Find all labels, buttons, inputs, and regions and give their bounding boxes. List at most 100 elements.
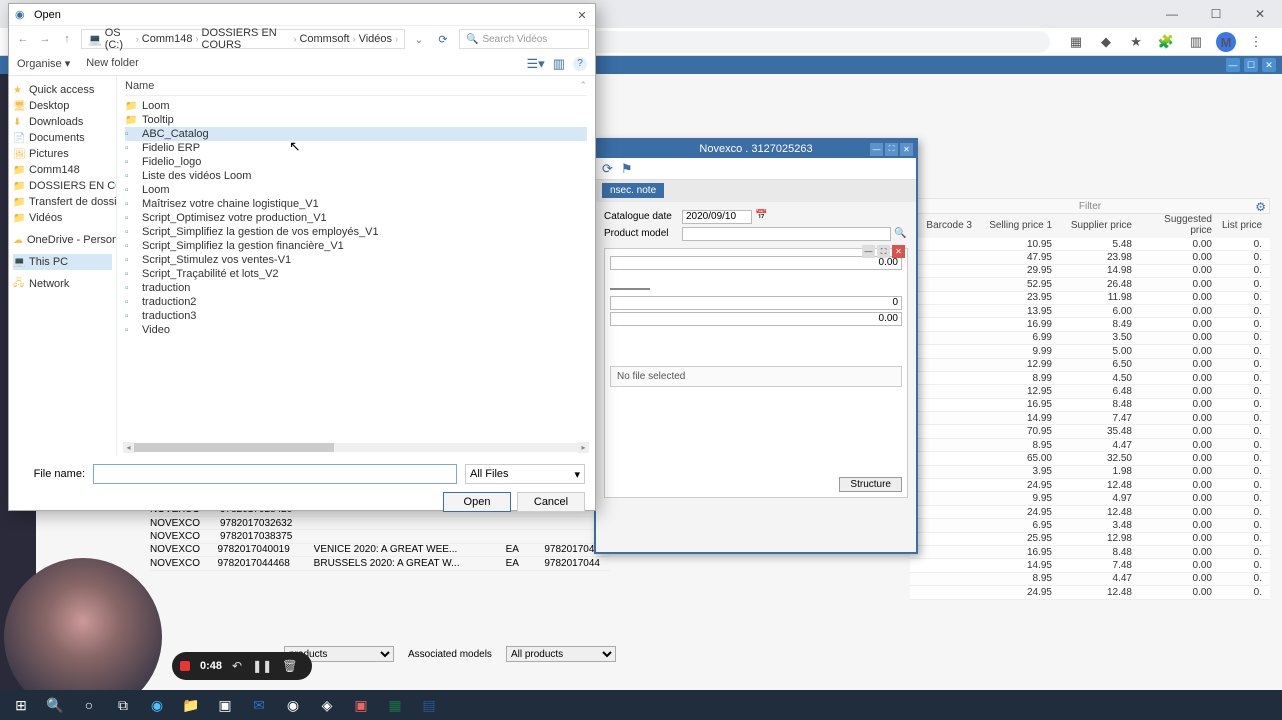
- table-row[interactable]: 47.9523.980.000.: [910, 251, 1270, 264]
- crumb[interactable]: Comm148: [142, 33, 193, 45]
- sort-icon[interactable]: ⌃: [579, 80, 587, 92]
- sidebar-item[interactable]: ☁OneDrive - Personal: [13, 232, 112, 248]
- col-selling-price[interactable]: Selling price 1: [980, 220, 1060, 231]
- sidebar-item[interactable]: 📁Transfert de dossier: [13, 194, 112, 210]
- pause-button[interactable]: ❚❚: [252, 659, 272, 673]
- sidebar-item[interactable]: 🖼Pictures: [13, 146, 112, 162]
- menu-icon[interactable]: ⋮: [1246, 32, 1266, 52]
- file-item[interactable]: ▫traduction3: [125, 309, 587, 323]
- novexco-titlebar[interactable]: Novexco . 3127025263 — ⛶ ✕: [596, 140, 916, 158]
- ext-icon[interactable]: ▦: [1066, 32, 1086, 52]
- flag-icon[interactable]: ⚑: [621, 161, 633, 177]
- crumb[interactable]: Commsoft: [299, 33, 349, 45]
- file-item[interactable]: 📁Loom: [125, 99, 587, 113]
- minimize-button[interactable]: —: [1150, 0, 1194, 28]
- col-suggested-price[interactable]: Suggested price: [1140, 214, 1220, 236]
- inner-minimize[interactable]: —: [862, 245, 875, 258]
- edge-icon[interactable]: ◉: [142, 692, 172, 718]
- table-row[interactable]: 29.9514.980.000.: [910, 265, 1270, 278]
- table-row[interactable]: 16.998.490.000.: [910, 318, 1270, 331]
- table-row[interactable]: 8.954.470.000.: [910, 439, 1270, 452]
- nav-forward[interactable]: →: [37, 33, 53, 45]
- maximize-button[interactable]: ☐: [1194, 0, 1238, 28]
- table-row[interactable]: NOVEXCO9782017044468BRUSSELS 2020: A GRE…: [150, 557, 610, 570]
- table-row[interactable]: 14.957.480.000.: [910, 559, 1270, 572]
- file-item[interactable]: ▫traduction: [125, 281, 587, 295]
- table-row[interactable]: NOVEXCO9782017040019VENICE 2020: A GREAT…: [150, 544, 610, 557]
- nx-close[interactable]: ✕: [900, 143, 913, 156]
- ext-icon[interactable]: ▥: [1186, 32, 1206, 52]
- organise-menu[interactable]: Organise ▾: [17, 57, 70, 70]
- inner-close[interactable]: ✕: [892, 245, 905, 258]
- inner-field-2[interactable]: 0: [610, 296, 902, 310]
- table-row[interactable]: 52.9526.480.000.: [910, 278, 1270, 291]
- nav-back[interactable]: ←: [15, 33, 31, 45]
- help-button[interactable]: ?: [573, 57, 587, 71]
- dialog-close-button[interactable]: ✕: [573, 6, 591, 24]
- table-row[interactable]: NOVEXCO9782017038375: [150, 530, 610, 543]
- erp-close[interactable]: ✕: [1262, 58, 1276, 72]
- erp-maximize[interactable]: ☐: [1244, 58, 1258, 72]
- cancel-button[interactable]: Cancel: [517, 492, 585, 512]
- table-row[interactable]: 16.958.480.000.: [910, 546, 1270, 559]
- file-filter-dropdown[interactable]: All Files▾: [465, 464, 585, 484]
- app-icon[interactable]: ◈: [312, 692, 342, 718]
- table-row[interactable]: 3.951.980.000.: [910, 466, 1270, 479]
- open-button[interactable]: Open: [443, 492, 511, 512]
- crumb[interactable]: Vidéos: [359, 33, 392, 45]
- col-barcode3[interactable]: Barcode 3: [910, 220, 980, 231]
- sidebar-item[interactable]: 📄Documents: [13, 130, 112, 146]
- refresh-button[interactable]: ⟳: [433, 33, 453, 46]
- table-row[interactable]: 12.956.480.000.: [910, 385, 1270, 398]
- dialog-titlebar[interactable]: ◉ Open ✕: [9, 4, 595, 26]
- sidebar-item[interactable]: 💻This PC: [13, 254, 112, 270]
- record-indicator[interactable]: [180, 661, 190, 671]
- cortana-button[interactable]: ○: [74, 692, 104, 718]
- file-item[interactable]: 📁Tooltip: [125, 113, 587, 127]
- table-row[interactable]: 65.0032.500.000.: [910, 452, 1270, 465]
- sidebar-item[interactable]: 🖧Network: [13, 276, 112, 292]
- horizontal-scrollbar[interactable]: ◂ ▸: [123, 442, 589, 453]
- word-icon[interactable]: ▤: [414, 692, 444, 718]
- excel-icon[interactable]: ▦: [380, 692, 410, 718]
- sidebar-item[interactable]: 🖥Desktop: [13, 98, 112, 114]
- search-field[interactable]: 🔍 Search Vidéos: [459, 29, 589, 49]
- chrome-icon[interactable]: ◉: [278, 692, 308, 718]
- table-row[interactable]: 8.994.500.000.: [910, 372, 1270, 385]
- sidebar-item[interactable]: 📁DOSSIERS EN CO: [13, 178, 112, 194]
- nx-maximize[interactable]: ⛶: [885, 143, 898, 156]
- catalogue-date-field[interactable]: 2020/09/10: [682, 210, 752, 224]
- structure-button[interactable]: Structure: [839, 477, 902, 492]
- scroll-right[interactable]: ▸: [578, 442, 589, 453]
- search-button[interactable]: 🔍: [40, 692, 70, 718]
- file-item[interactable]: ▫traduction2: [125, 295, 587, 309]
- sidebar-item[interactable]: ★Quick access: [13, 82, 112, 98]
- erp-minimize[interactable]: —: [1226, 58, 1240, 72]
- file-item[interactable]: ▫Script_Traçabilité et lots_V2: [125, 267, 587, 281]
- table-row[interactable]: 6.993.500.000.: [910, 332, 1270, 345]
- ext-icon[interactable]: ◆: [1096, 32, 1116, 52]
- table-row[interactable]: 6.953.480.000.: [910, 519, 1270, 532]
- mail-icon[interactable]: ✉: [244, 692, 274, 718]
- inner-field-3[interactable]: 0.00: [610, 312, 902, 326]
- nsec-note-tab[interactable]: nsec. note: [602, 183, 664, 198]
- scroll-thumb[interactable]: [134, 443, 334, 452]
- table-row[interactable]: 25.9512.980.000.: [910, 533, 1270, 546]
- refresh-icon[interactable]: ⟳: [602, 161, 613, 177]
- calendar-icon[interactable]: 📅: [755, 210, 769, 224]
- crumb[interactable]: DOSSIERS EN COURS: [202, 27, 291, 51]
- ext-icon[interactable]: ★: [1126, 32, 1146, 52]
- file-item[interactable]: ▫Liste des vidéos Loom: [125, 169, 587, 183]
- file-item[interactable]: ▫Video: [125, 323, 587, 337]
- table-row[interactable]: 16.958.480.000.: [910, 399, 1270, 412]
- table-row[interactable]: 10.955.480.000.: [910, 238, 1270, 251]
- filter-row[interactable]: Filter: [910, 198, 1270, 214]
- sidebar-item[interactable]: ⬇Downloads: [13, 114, 112, 130]
- table-row[interactable]: 9.954.970.000.: [910, 492, 1270, 505]
- inner-maximize[interactable]: ⛶: [877, 245, 890, 258]
- table-row[interactable]: 14.997.470.000.: [910, 412, 1270, 425]
- new-folder-button[interactable]: New folder: [86, 57, 139, 70]
- assoc-models-select[interactable]: All products: [506, 646, 616, 662]
- filename-input[interactable]: [93, 464, 457, 484]
- table-row[interactable]: 24.9512.480.000.: [910, 479, 1270, 492]
